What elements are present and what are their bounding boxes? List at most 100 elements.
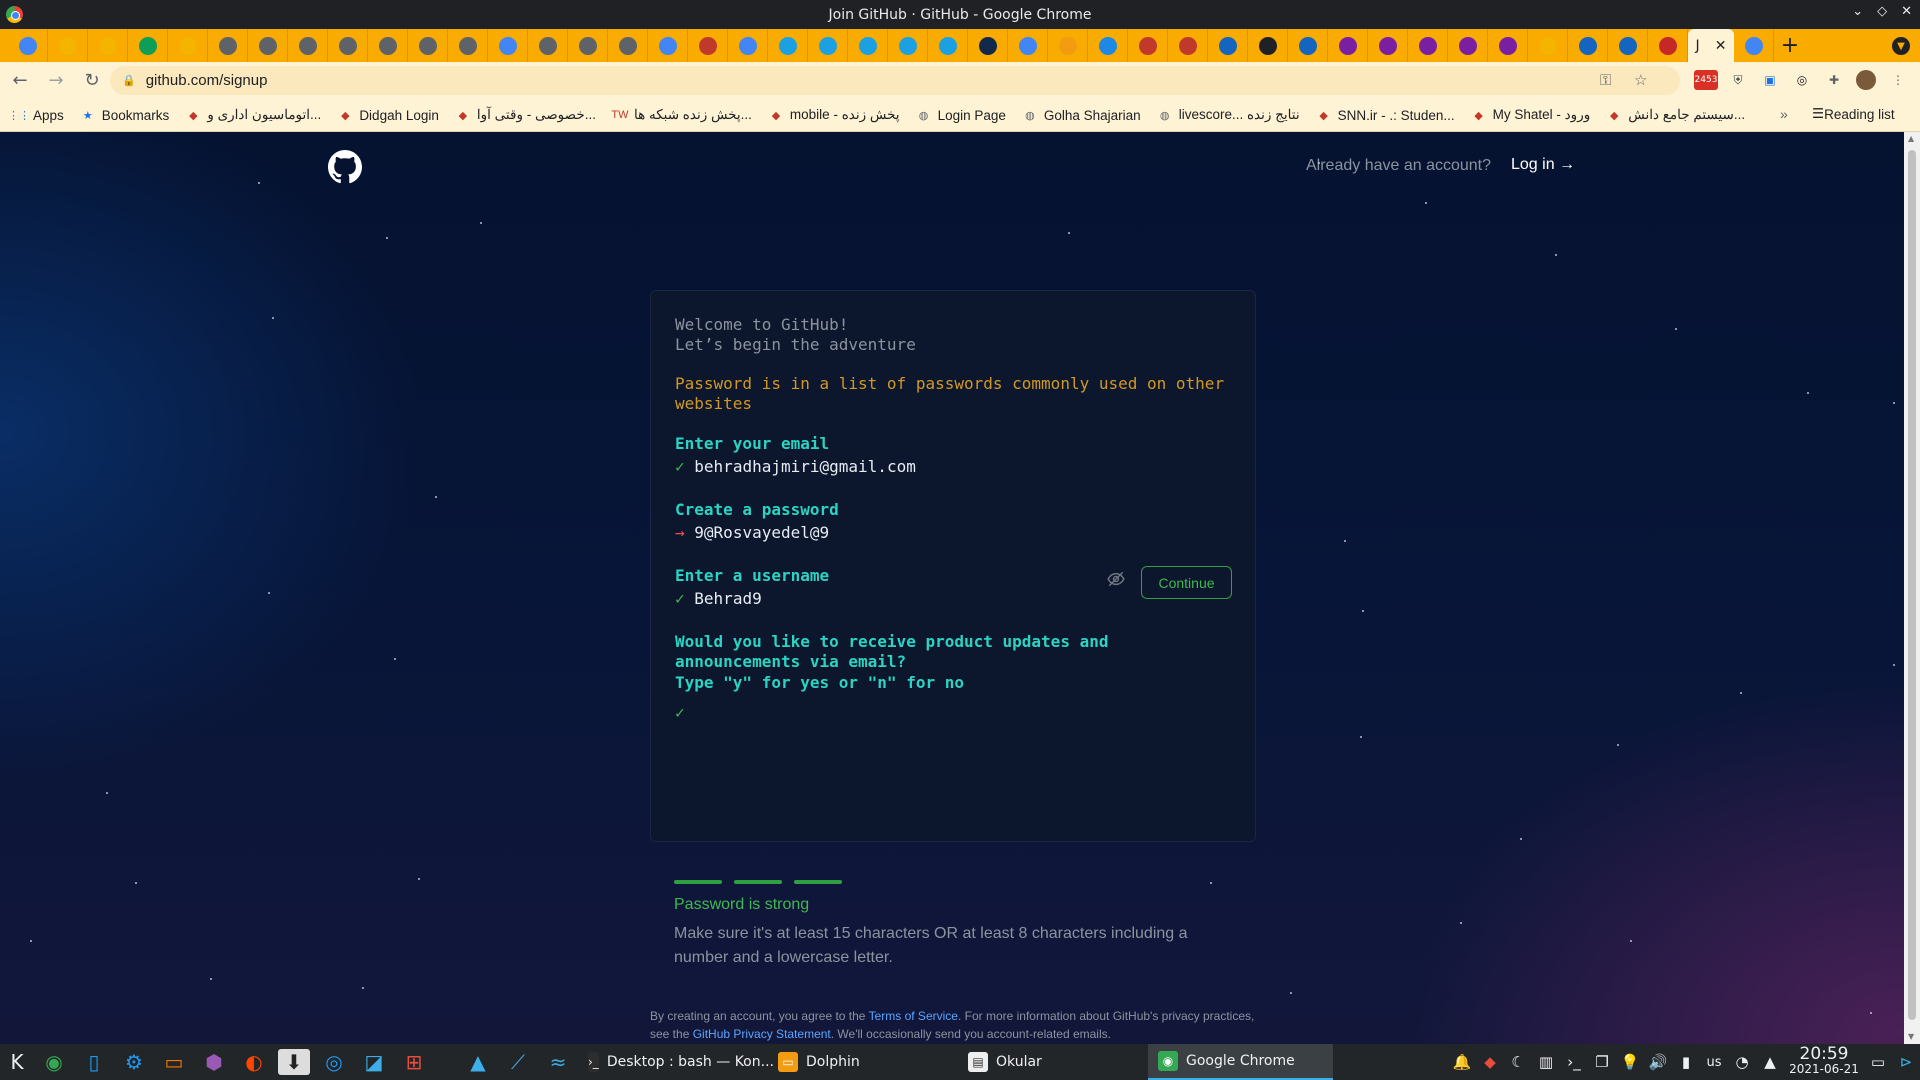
bookmark-item[interactable]: ◆ اتوماسیون اداری و...: [186, 107, 321, 123]
password-input[interactable]: 9@Rosvayedel@9: [694, 523, 829, 542]
bookmark-item[interactable]: TW پخش زنده شبکه ها...: [611, 107, 752, 123]
scroll-down-icon[interactable]: ▼: [1908, 1032, 1914, 1041]
tab[interactable]: [208, 29, 248, 62]
tab[interactable]: [1088, 29, 1128, 62]
network-activity-icon[interactable]: ▥: [1532, 1053, 1560, 1071]
tab[interactable]: [688, 29, 728, 62]
key-icon[interactable]: ⚿: [1600, 71, 1611, 89]
tab[interactable]: [1008, 29, 1048, 62]
graph-app-icon[interactable]: ⟋: [498, 1044, 538, 1080]
web-browser-icon[interactable]: ◎: [314, 1044, 354, 1080]
tab[interactable]: [768, 29, 808, 62]
profile-avatar[interactable]: [1856, 70, 1876, 90]
taskbar-task[interactable]: ▤ Okular: [958, 1044, 1148, 1080]
libreoffice-icon[interactable]: ▯: [74, 1044, 114, 1080]
tab[interactable]: [648, 29, 688, 62]
system-monitor-icon[interactable]: ◪: [354, 1044, 394, 1080]
extension-shield-icon[interactable]: ⛨: [1728, 70, 1748, 90]
bookmark-item[interactable]: ◆ Didgah Login: [338, 108, 439, 123]
tab-active[interactable]: J ✕: [1688, 29, 1734, 62]
download-icon[interactable]: ⬇: [278, 1049, 310, 1075]
clock[interactable]: 20:59 2021-06-21: [1784, 1046, 1864, 1077]
page-scrollbar[interactable]: ▲ ▼: [1904, 132, 1920, 1044]
bookmarks-overflow-icon[interactable]: »: [1780, 106, 1788, 122]
taskbar-task[interactable]: ›_ Desktop : bash — Kon...: [578, 1044, 774, 1080]
bookmark-item[interactable]: ◆ SNN.ir - .: Studen...: [1317, 108, 1454, 123]
terminal-prompt-icon[interactable]: ›_: [1560, 1053, 1588, 1071]
address-bar[interactable]: 🔒 github.com/signup ⚿ ☆: [110, 66, 1680, 95]
mountain-app-icon[interactable]: ▲: [458, 1044, 498, 1080]
tab[interactable]: [128, 29, 168, 62]
tab[interactable]: [1288, 29, 1328, 62]
tab[interactable]: [928, 29, 968, 62]
terms-of-service-link[interactable]: Terms of Service: [869, 1009, 958, 1023]
reload-icon[interactable]: ↻: [76, 65, 108, 97]
chrome-menu-icon[interactable]: ⋮: [1888, 70, 1908, 90]
screenshot-tool-icon[interactable]: ⊞: [394, 1044, 434, 1080]
close-tab-icon[interactable]: ✕: [1715, 38, 1727, 54]
tab[interactable]: [1528, 29, 1568, 62]
bookmark-item[interactable]: ◍ livescore... نتایج زنده: [1158, 107, 1300, 123]
tab[interactable]: [48, 29, 88, 62]
screenshot-extension-icon[interactable]: ▣: [1760, 70, 1780, 90]
reading-list-button[interactable]: ☰ Reading list: [1812, 106, 1895, 122]
address-url[interactable]: github.com/signup: [146, 72, 268, 89]
tab[interactable]: [1128, 29, 1168, 62]
tab[interactable]: [88, 29, 128, 62]
extension-ring-icon[interactable]: ◎: [1792, 70, 1812, 90]
show-desktop-icon[interactable]: ▭: [1864, 1053, 1892, 1071]
new-tab-button[interactable]: +: [1774, 29, 1806, 62]
chrome-launcher-icon[interactable]: ◉: [34, 1044, 74, 1080]
bookmark-star-icon[interactable]: ☆: [1634, 71, 1647, 89]
tab[interactable]: [1608, 29, 1648, 62]
tab[interactable]: [1568, 29, 1608, 62]
settings-gear-icon[interactable]: ⚙: [114, 1044, 154, 1080]
github-logo-icon[interactable]: [328, 150, 362, 184]
tab[interactable]: [888, 29, 928, 62]
email-value[interactable]: behradhajmiri@gmail.com: [694, 457, 916, 476]
tab[interactable]: [1734, 29, 1774, 62]
minimize-icon[interactable]: ⌄: [1852, 4, 1863, 19]
tab[interactable]: [1648, 29, 1688, 62]
tab[interactable]: [728, 29, 768, 62]
tab[interactable]: [368, 29, 408, 62]
tab[interactable]: [848, 29, 888, 62]
tab[interactable]: [1248, 29, 1288, 62]
bulb-icon[interactable]: 💡: [1616, 1053, 1644, 1071]
firefox-icon[interactable]: ◐: [234, 1044, 274, 1080]
tab[interactable]: [808, 29, 848, 62]
tab[interactable]: [1168, 29, 1208, 62]
tab[interactable]: [168, 29, 208, 62]
tray-expand-icon[interactable]: ▲: [1756, 1053, 1784, 1071]
tab-search-icon[interactable]: ▼: [1892, 37, 1910, 55]
close-window-icon[interactable]: ✕: [1901, 4, 1912, 19]
tab[interactable]: [1488, 29, 1528, 62]
anydesk-icon[interactable]: ◆: [1476, 1053, 1504, 1071]
keyboard-layout[interactable]: us: [1700, 1055, 1728, 1070]
tab[interactable]: [1368, 29, 1408, 62]
tab[interactable]: [1328, 29, 1368, 62]
bookmark-item[interactable]: ◍ Login Page: [917, 108, 1006, 123]
tab[interactable]: [1408, 29, 1448, 62]
bookmark-item[interactable]: ◆ My Shatel - ورود: [1472, 107, 1590, 123]
kde-launcher-icon[interactable]: K: [0, 1044, 34, 1080]
taskbar-task[interactable]: ▭ Dolphin: [768, 1044, 958, 1080]
continue-button[interactable]: Continue: [1141, 566, 1232, 599]
lock-icon[interactable]: 🔒: [122, 74, 136, 87]
tab[interactable]: [568, 29, 608, 62]
back-arrow-icon[interactable]: ←: [4, 65, 36, 97]
bookmark-item[interactable]: ★ Bookmarks: [81, 108, 169, 123]
terminal-app-icon[interactable]: ⊳: [1892, 1053, 1920, 1071]
tab[interactable]: [528, 29, 568, 62]
wifi-icon[interactable]: ◔: [1728, 1053, 1756, 1071]
notifications-bell-icon[interactable]: 🔔: [1448, 1053, 1476, 1071]
maximize-icon[interactable]: ◇: [1877, 4, 1887, 19]
gmail-extension-icon[interactable]: 2453: [1694, 70, 1718, 90]
bookmark-item[interactable]: ◍ Golha Shajarian: [1023, 108, 1141, 123]
tab[interactable]: [1208, 29, 1248, 62]
tab[interactable]: [288, 29, 328, 62]
privacy-statement-link[interactable]: GitHub Privacy Statement: [693, 1027, 831, 1041]
bookmark-item[interactable]: ◆ mobile - پخش زنده: [769, 107, 900, 123]
toggle-password-visibility-icon[interactable]: [1107, 570, 1125, 588]
battery-icon[interactable]: ▮: [1672, 1053, 1700, 1071]
